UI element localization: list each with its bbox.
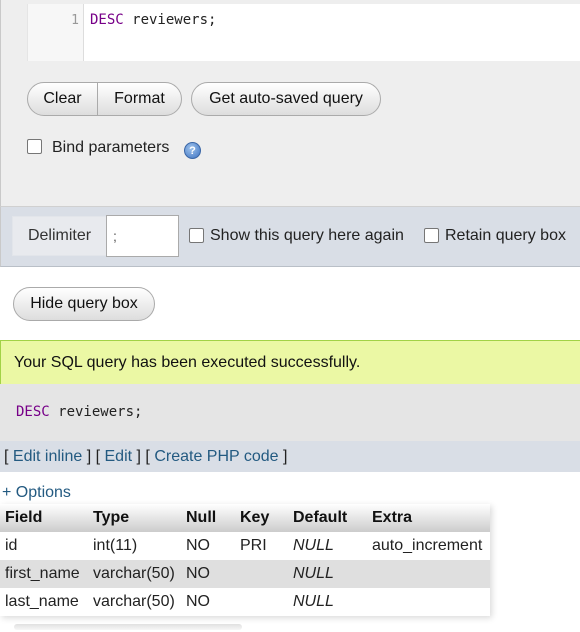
- cell-default: NULL: [288, 560, 367, 588]
- cell-null: NO: [181, 560, 235, 588]
- options-link[interactable]: + Options: [2, 484, 71, 502]
- hide-query-box-button[interactable]: Hide query box: [13, 287, 155, 321]
- column-header-default[interactable]: Default: [288, 504, 367, 532]
- editor-code-line[interactable]: DESC reviewers;: [90, 12, 216, 28]
- delimiter-input[interactable]: [106, 215, 179, 257]
- cell-extra: [367, 560, 490, 588]
- sql-text: reviewers;: [123, 12, 217, 28]
- cell-null: NO: [181, 532, 235, 560]
- cell-type: varchar(50): [88, 560, 181, 588]
- table-row[interactable]: first_name varchar(50) NO NULL: [0, 560, 490, 588]
- line-number: 1: [71, 13, 79, 28]
- sql-editor[interactable]: 1 DESC reviewers;: [27, 4, 580, 61]
- cell-key: PRI: [235, 532, 288, 560]
- clear-format-button-group: Clear Format: [27, 82, 182, 116]
- bind-parameters-checkbox[interactable]: [27, 139, 42, 154]
- column-header-type[interactable]: Type: [88, 504, 181, 532]
- executed-sql-text: reviewers;: [49, 404, 143, 420]
- cell-default: NULL: [288, 588, 367, 616]
- executed-sql-code: DESC reviewers;: [16, 404, 142, 420]
- column-header-key[interactable]: Key: [235, 504, 288, 532]
- table-header-row: Field Type Null Key Default Extra: [0, 504, 490, 532]
- executed-sql: DESC reviewers;: [0, 384, 580, 441]
- show-query-again-checkbox[interactable]: [189, 228, 204, 243]
- cell-field: id: [0, 532, 88, 560]
- cell-field: first_name: [0, 560, 88, 588]
- column-header-extra[interactable]: Extra: [367, 504, 490, 532]
- edit-inline-link[interactable]: Edit inline: [13, 448, 82, 466]
- cell-type: int(11): [88, 532, 181, 560]
- retain-query-box-label[interactable]: Retain query box: [445, 227, 566, 245]
- clear-button[interactable]: Clear: [28, 83, 98, 115]
- results-table: Field Type Null Key Default Extra id int…: [0, 504, 490, 616]
- table-row[interactable]: id int(11) NO PRI NULL auto_increment: [0, 532, 490, 560]
- get-autosaved-query-button[interactable]: Get auto-saved query: [191, 82, 381, 116]
- success-message: Your SQL query has been executed success…: [0, 340, 580, 384]
- editor-gutter: 1: [28, 4, 84, 61]
- format-button[interactable]: Format: [98, 83, 181, 115]
- query-panel: 1 DESC reviewers; Clear Format Get auto-…: [0, 0, 580, 207]
- retain-query-box-checkbox[interactable]: [424, 228, 439, 243]
- success-message-text: Your SQL query has been executed success…: [14, 353, 361, 371]
- executed-sql-keyword: DESC: [16, 404, 50, 420]
- bind-parameters-label[interactable]: Bind parameters: [52, 139, 169, 157]
- sql-keyword: DESC: [90, 12, 124, 28]
- query-links-bar: [ Edit inline ] [ Edit ] [ Create PHP co…: [0, 441, 580, 472]
- bottom-scroll-shadow: [14, 624, 242, 630]
- column-header-null[interactable]: Null: [181, 504, 235, 532]
- cell-key: [235, 588, 288, 616]
- cell-type: varchar(50): [88, 588, 181, 616]
- delimiter-bar: Delimiter Show this query here again Ret…: [0, 207, 580, 267]
- edit-link[interactable]: Edit: [105, 448, 133, 466]
- cell-extra: auto_increment: [367, 532, 490, 560]
- help-icon[interactable]: ?: [184, 142, 201, 159]
- delimiter-label: Delimiter: [12, 216, 107, 256]
- cell-extra: [367, 588, 490, 616]
- cell-default: NULL: [288, 532, 367, 560]
- cell-key: [235, 560, 288, 588]
- cell-null: NO: [181, 588, 235, 616]
- column-header-field[interactable]: Field: [0, 504, 88, 532]
- cell-field: last_name: [0, 588, 88, 616]
- create-php-code-link[interactable]: Create PHP code: [154, 448, 278, 466]
- show-query-again-label[interactable]: Show this query here again: [210, 227, 404, 245]
- table-row[interactable]: last_name varchar(50) NO NULL: [0, 588, 490, 616]
